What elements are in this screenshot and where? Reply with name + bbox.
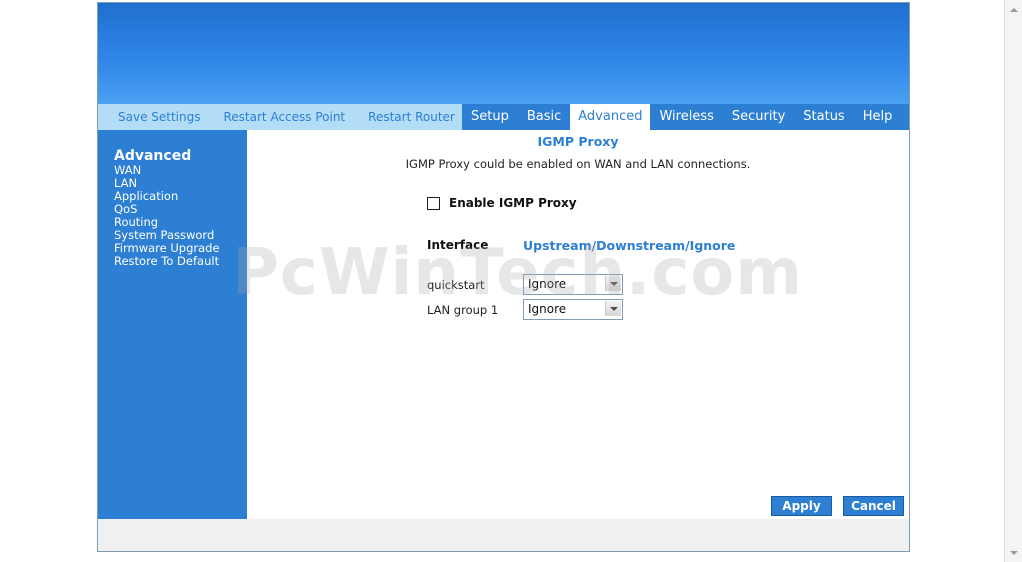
main-tabs: Setup Basic Advanced Wireless Security S…	[462, 104, 901, 130]
footer-bar	[98, 519, 909, 551]
sidebar-item-restore-to-default[interactable]: Restore To Default	[114, 255, 220, 268]
select-value: Ignore	[528, 277, 567, 291]
tab-setup[interactable]: Setup	[462, 104, 518, 130]
apply-button[interactable]: Apply	[771, 496, 832, 516]
enable-igmp-proxy-checkbox[interactable]	[427, 196, 440, 210]
action-links: Save Settings Restart Access Point Resta…	[98, 104, 462, 130]
tab-status[interactable]: Status	[794, 104, 853, 130]
tab-help[interactable]: Help	[854, 104, 902, 130]
vertical-scrollbar[interactable]	[1004, 0, 1022, 562]
sidebar-menu: WAN LAN Application QoS Routing System P…	[114, 164, 220, 268]
chevron-down-icon	[605, 301, 621, 316]
sidebar: Advanced WAN LAN Application QoS Routing…	[98, 130, 247, 519]
page-title: IGMP Proxy	[537, 134, 619, 149]
tab-basic[interactable]: Basic	[518, 104, 570, 130]
sidebar-title: Advanced	[114, 148, 192, 164]
main-content: IGMP Proxy IGMP Proxy could be enabled o…	[247, 130, 909, 519]
cancel-button[interactable]: Cancel	[843, 496, 904, 516]
interface-label-lan-group-1: LAN group 1	[427, 303, 499, 317]
interface-label-quickstart: quickstart	[427, 278, 485, 292]
interface-column-header: Interface	[427, 238, 489, 252]
scroll-up-icon[interactable]	[1007, 4, 1021, 18]
lan-group-1-mode-select[interactable]: Ignore	[523, 299, 623, 320]
enable-igmp-proxy-label: Enable IGMP Proxy	[449, 196, 577, 210]
select-value: Ignore	[528, 302, 567, 316]
enable-igmp-proxy-row: Enable IGMP Proxy	[427, 196, 577, 210]
scroll-down-icon[interactable]	[1007, 546, 1021, 560]
tab-wireless[interactable]: Wireless	[650, 104, 722, 130]
restart-router-link[interactable]: Restart Router	[368, 110, 455, 124]
restart-access-point-link[interactable]: Restart Access Point	[224, 110, 346, 124]
quickstart-mode-select[interactable]: Ignore	[523, 274, 623, 295]
router-config-window: Save Settings Restart Access Point Resta…	[97, 2, 910, 552]
tab-security[interactable]: Security	[723, 104, 794, 130]
top-navigation-bar: Save Settings Restart Access Point Resta…	[98, 104, 909, 130]
page-description: IGMP Proxy could be enabled on WAN and L…	[405, 157, 751, 171]
header-banner	[98, 3, 909, 104]
save-settings-link[interactable]: Save Settings	[118, 110, 201, 124]
tab-advanced[interactable]: Advanced	[570, 104, 651, 130]
chevron-down-icon	[605, 276, 621, 291]
mode-column-header: Upstream/Downstream/Ignore	[523, 238, 736, 253]
